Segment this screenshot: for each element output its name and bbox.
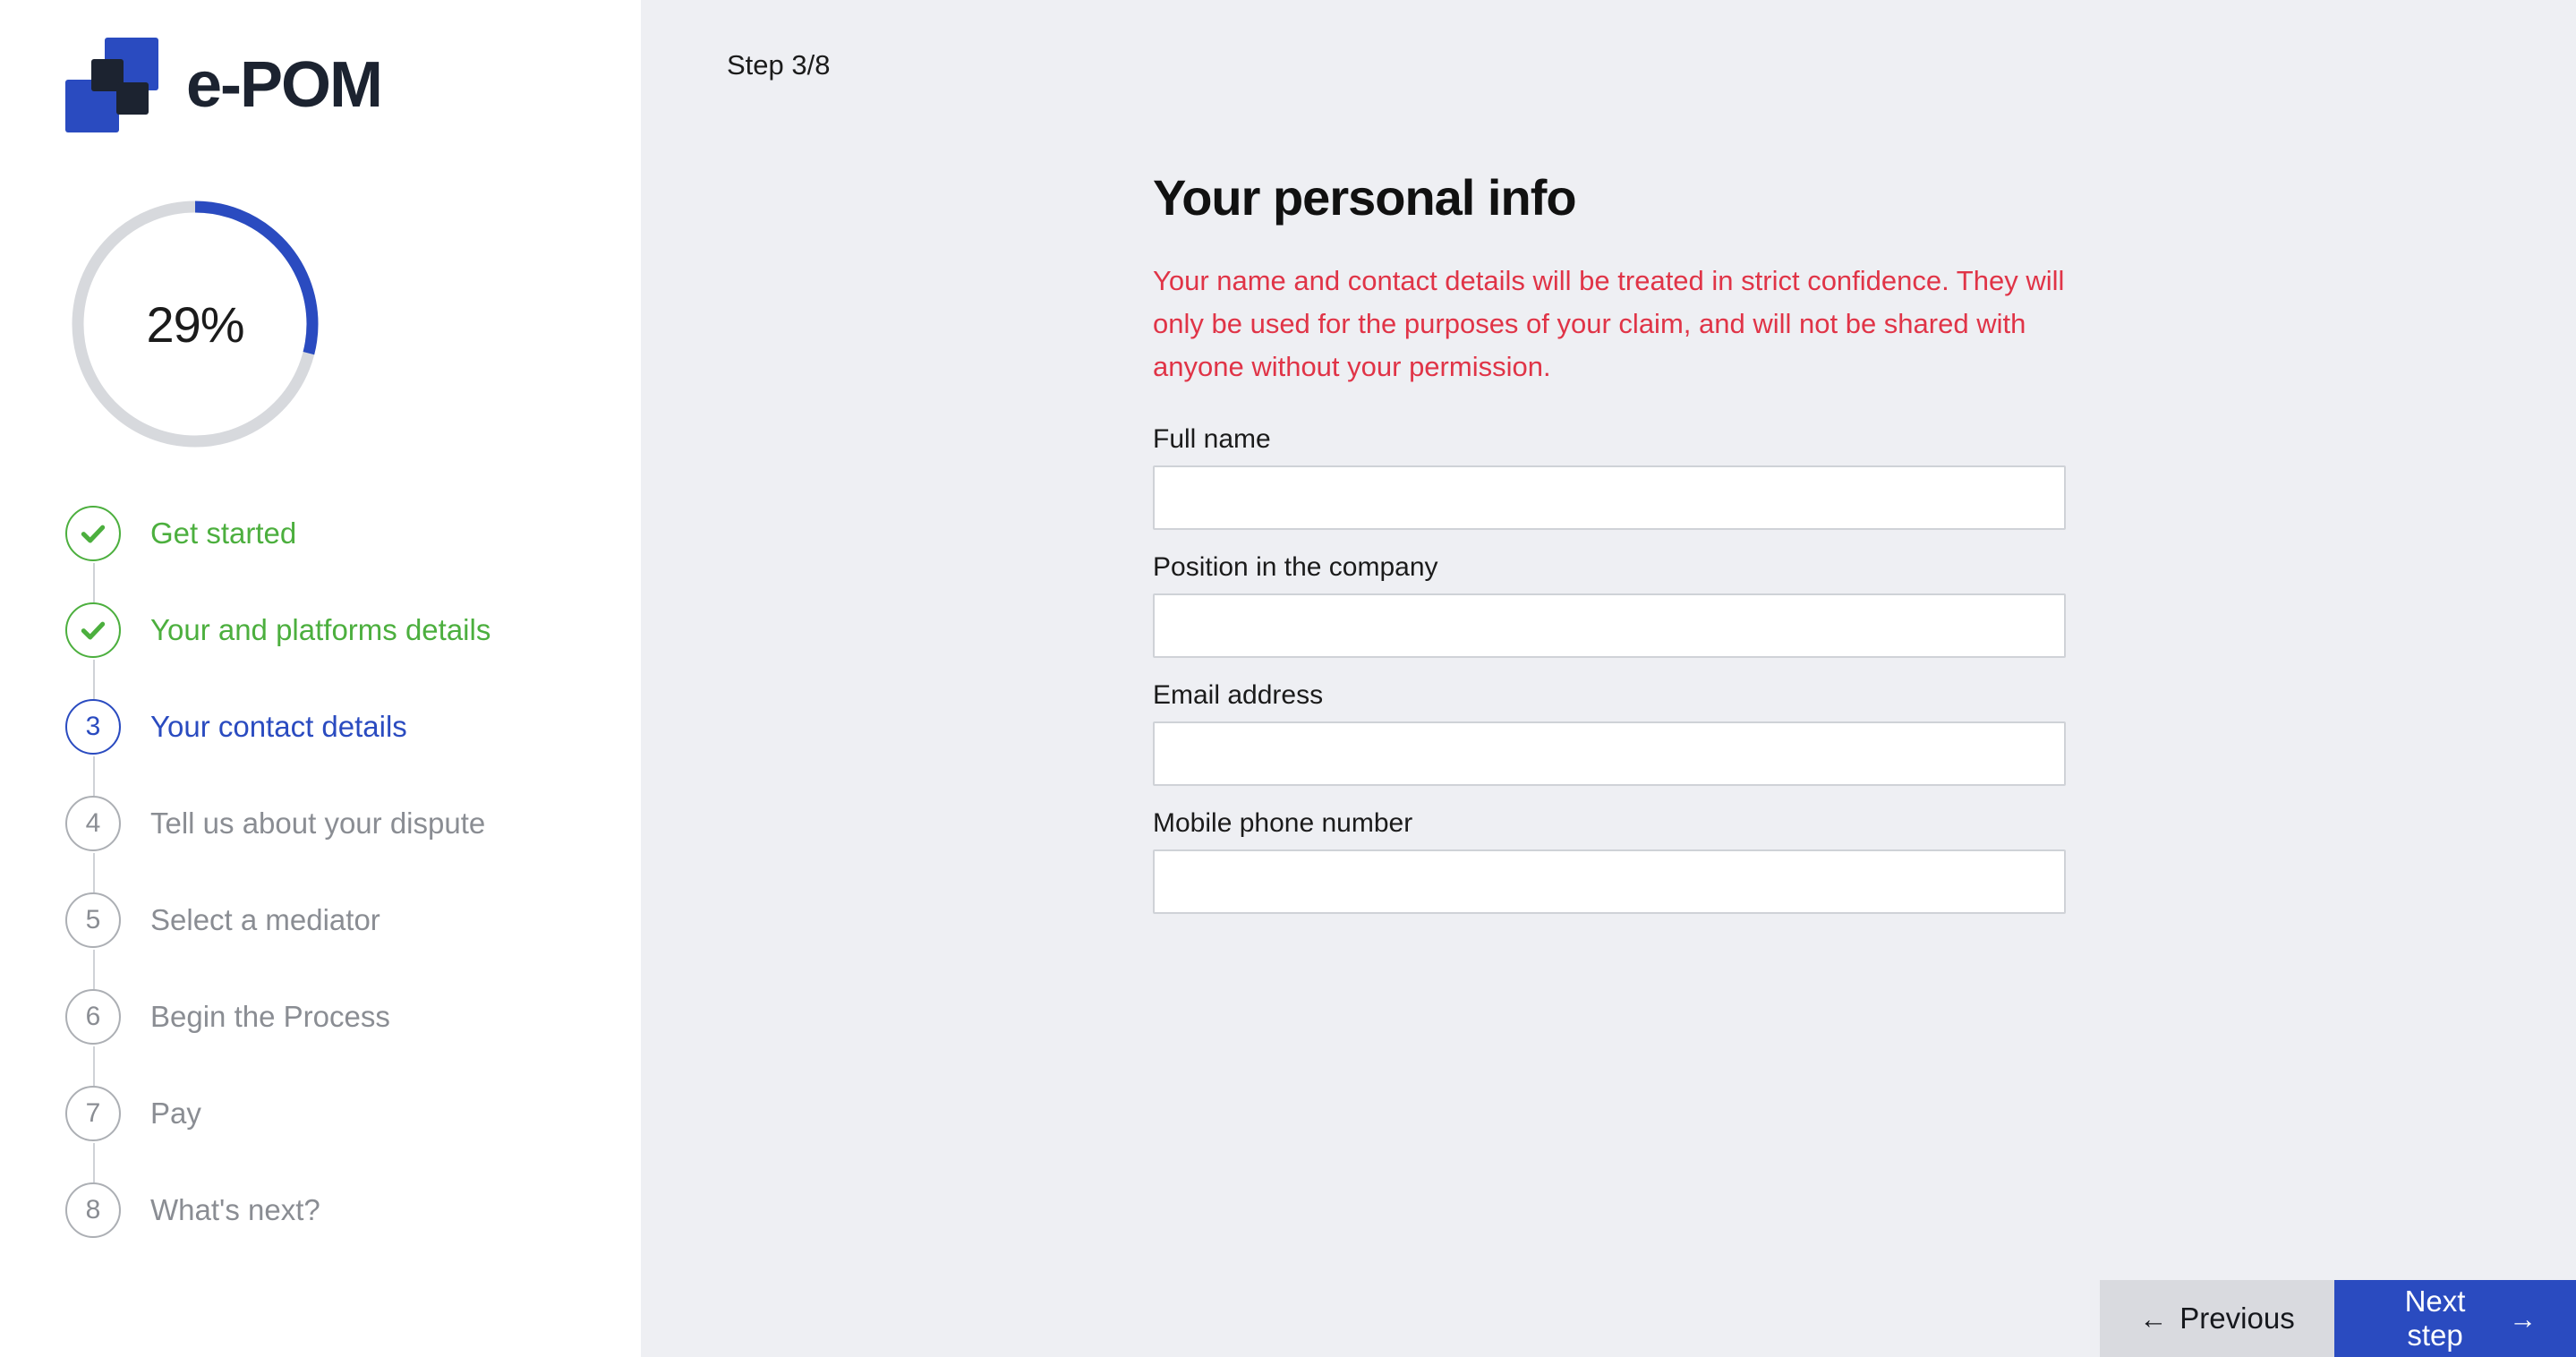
epom-checker-squares-icon	[65, 38, 158, 132]
step-connector	[93, 1046, 95, 1086]
step-item-6[interactable]: 6 Begin the Process	[65, 989, 602, 1086]
step-label-3: Your contact details	[150, 710, 407, 743]
step-item-2[interactable]: Your and platforms details	[65, 602, 602, 699]
field-input[interactable]	[1153, 849, 2066, 914]
sidebar: e-POM 29% Get started Your and platforms …	[0, 0, 641, 1357]
form-field: Mobile phone number	[1153, 808, 2066, 914]
privacy-notice: Your name and contact details will be tr…	[1153, 264, 2065, 382]
step-counter: Step 3/8	[727, 49, 831, 81]
brand-name: e-POM	[186, 49, 383, 121]
step-item-8[interactable]: 8 What's next?	[65, 1182, 602, 1240]
next-step-button[interactable]: Next step →	[2334, 1280, 2576, 1357]
step-label-1: Get started	[150, 516, 297, 550]
app-root: e-POM 29% Get started Your and platforms …	[0, 0, 2576, 1357]
arrow-left-icon: ←	[2139, 1302, 2168, 1335]
step-circle-1	[65, 506, 121, 561]
step-circle-4: 4	[65, 796, 121, 851]
form-panel: Your personal info Your name and contact…	[1153, 170, 2066, 936]
field-label: Email address	[1153, 679, 1324, 710]
step-circle-5: 5	[65, 892, 121, 948]
form-fields: Full name Position in the company Email ad…	[1153, 424, 2066, 914]
step-circle-2	[65, 602, 121, 658]
step-connector	[93, 756, 95, 796]
step-label-2: Your and platforms details	[150, 613, 491, 646]
main-content: Step 3/8 Your personal info Your name an…	[641, 0, 2576, 1357]
brand-logo[interactable]: e-POM	[65, 38, 383, 132]
form-field: Full name	[1153, 424, 2066, 530]
step-connector	[93, 950, 95, 989]
field-input[interactable]	[1153, 465, 2066, 530]
field-label: Full name	[1153, 423, 1271, 454]
arrow-right-icon: →	[2509, 1302, 2537, 1335]
step-connector	[93, 853, 95, 892]
step-label-8: What's next?	[150, 1193, 320, 1226]
step-item-3[interactable]: 3 Your contact details	[65, 699, 602, 796]
wizard-navigation: ← Previous Next step →	[2100, 1280, 2576, 1357]
step-navigation: Get started Your and platforms details 3 Yo…	[65, 506, 602, 1240]
field-input[interactable]	[1153, 593, 2066, 658]
check-icon	[81, 525, 106, 543]
previous-button-label: Previous	[2179, 1302, 2295, 1335]
progress-percent-label: 29%	[146, 295, 244, 353]
form-field: Position in the company	[1153, 552, 2066, 658]
step-circle-8: 8	[65, 1182, 121, 1238]
page-title: Your personal info	[1153, 169, 1577, 226]
field-label: Position in the company	[1153, 551, 1438, 582]
step-circle-6: 6	[65, 989, 121, 1045]
next-step-button-label: Next step	[2404, 1284, 2466, 1352]
step-label-7: Pay	[150, 1097, 201, 1130]
progress-ring: 29%	[65, 194, 325, 454]
step-circle-7: 7	[65, 1086, 121, 1141]
step-item-1[interactable]: Get started	[65, 506, 602, 602]
field-input[interactable]	[1153, 721, 2066, 786]
step-item-4[interactable]: 4 Tell us about your dispute	[65, 796, 602, 892]
step-connector	[93, 660, 95, 699]
step-label-5: Select a mediator	[150, 903, 380, 936]
form-field: Email address	[1153, 680, 2066, 786]
step-circle-3: 3	[65, 699, 121, 755]
field-label: Mobile phone number	[1153, 807, 1413, 838]
check-icon	[81, 621, 106, 640]
step-item-7[interactable]: 7 Pay	[65, 1086, 602, 1182]
step-connector	[93, 563, 95, 602]
previous-button[interactable]: ← Previous	[2100, 1280, 2334, 1357]
step-item-5[interactable]: 5 Select a mediator	[65, 892, 602, 989]
step-label-4: Tell us about your dispute	[150, 807, 486, 840]
step-label-6: Begin the Process	[150, 1000, 390, 1033]
step-connector	[93, 1143, 95, 1182]
logo-square-dark-bottom-right	[116, 82, 149, 115]
